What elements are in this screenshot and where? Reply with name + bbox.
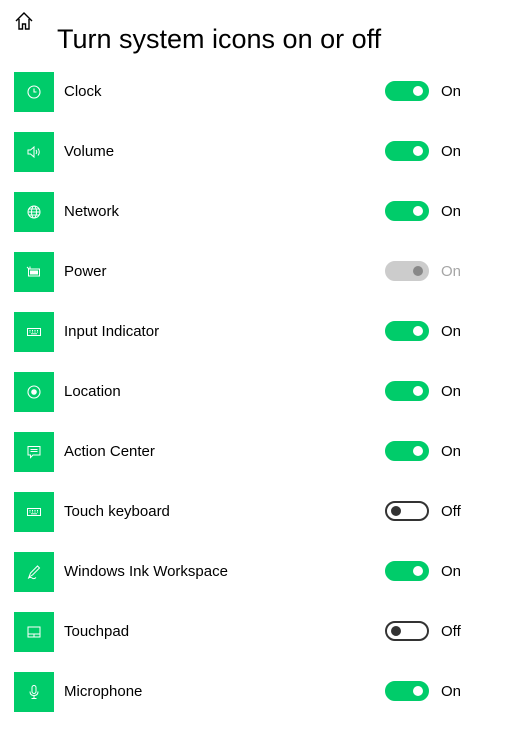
home-icon[interactable]: [13, 10, 35, 32]
pen-icon: [14, 552, 54, 592]
toggle-knob: [413, 386, 423, 396]
setting-row-location: Location On: [0, 372, 508, 432]
setting-label: Power: [64, 263, 107, 280]
toggle-network[interactable]: [385, 201, 429, 221]
toggle-state-label: On: [441, 383, 462, 400]
clock-icon: [14, 72, 54, 112]
network-globe-icon: [14, 192, 54, 232]
toggle-knob: [413, 146, 423, 156]
setting-row-action-center: Action Center On: [0, 432, 508, 492]
toggle-state-label: On: [441, 203, 462, 220]
toggle-knob: [413, 326, 423, 336]
toggle-knob: [413, 206, 423, 216]
setting-label: Clock: [64, 83, 102, 100]
toggle-windows-ink-workspace[interactable]: [385, 561, 429, 581]
toggle-knob: [413, 446, 423, 456]
setting-label: Network: [64, 203, 120, 220]
volume-icon: [14, 132, 54, 172]
setting-row-touchpad: Touchpad Off: [0, 612, 508, 672]
setting-row-power: Power On: [0, 252, 508, 312]
toggle-knob: [413, 566, 423, 576]
setting-row-touch-keyboard: Touch keyboard Off: [0, 492, 508, 552]
toggle-state-label: On: [441, 443, 462, 460]
setting-label: Touchpad: [64, 623, 130, 640]
system-icons-list: Clock On Volume On Network On Power On Input Ind…: [0, 72, 508, 732]
setting-row-network: Network On: [0, 192, 508, 252]
toggle-state-label: On: [441, 563, 462, 580]
page-title: Turn system icons on or off: [57, 24, 382, 55]
setting-row-input-indicator: Input Indicator On: [0, 312, 508, 372]
header: Turn system icons on or off: [0, 0, 508, 54]
toggle-clock[interactable]: [385, 81, 429, 101]
location-icon: [14, 372, 54, 412]
setting-row-windows-ink-workspace: Windows Ink Workspace On: [0, 552, 508, 612]
toggle-knob: [391, 626, 401, 636]
toggle-state-label: On: [441, 263, 462, 280]
toggle-knob: [413, 266, 423, 276]
setting-label: Action Center: [64, 443, 155, 460]
setting-label: Volume: [64, 143, 115, 160]
toggle-state-label: On: [441, 143, 462, 160]
setting-label: Windows Ink Workspace: [64, 563, 228, 580]
toggle-state-label: Off: [441, 623, 461, 640]
setting-label: Location: [64, 383, 121, 400]
action-center-icon: [14, 432, 54, 472]
setting-row-volume: Volume On: [0, 132, 508, 192]
toggle-touchpad[interactable]: [385, 621, 429, 641]
toggle-state-label: On: [441, 323, 462, 340]
toggle-action-center[interactable]: [385, 441, 429, 461]
toggle-touch-keyboard[interactable]: [385, 501, 429, 521]
microphone-icon: [14, 672, 54, 712]
toggle-knob: [413, 686, 423, 696]
toggle-knob: [391, 506, 401, 516]
toggle-state-label: On: [441, 83, 462, 100]
toggle-volume[interactable]: [385, 141, 429, 161]
touch-keyboard-icon: [14, 492, 54, 532]
setting-row-clock: Clock On: [0, 72, 508, 132]
toggle-location[interactable]: [385, 381, 429, 401]
toggle-microphone[interactable]: [385, 681, 429, 701]
battery-icon: [14, 252, 54, 292]
toggle-knob: [413, 86, 423, 96]
keyboard-icon: [14, 312, 54, 352]
setting-row-microphone: Microphone On: [0, 672, 508, 732]
setting-label: Input Indicator: [64, 323, 160, 340]
touchpad-icon: [14, 612, 54, 652]
toggle-state-label: Off: [441, 503, 461, 520]
toggle-power: [385, 261, 429, 281]
toggle-input-indicator[interactable]: [385, 321, 429, 341]
setting-label: Microphone: [64, 683, 143, 700]
setting-label: Touch keyboard: [64, 503, 170, 520]
toggle-state-label: On: [441, 683, 462, 700]
